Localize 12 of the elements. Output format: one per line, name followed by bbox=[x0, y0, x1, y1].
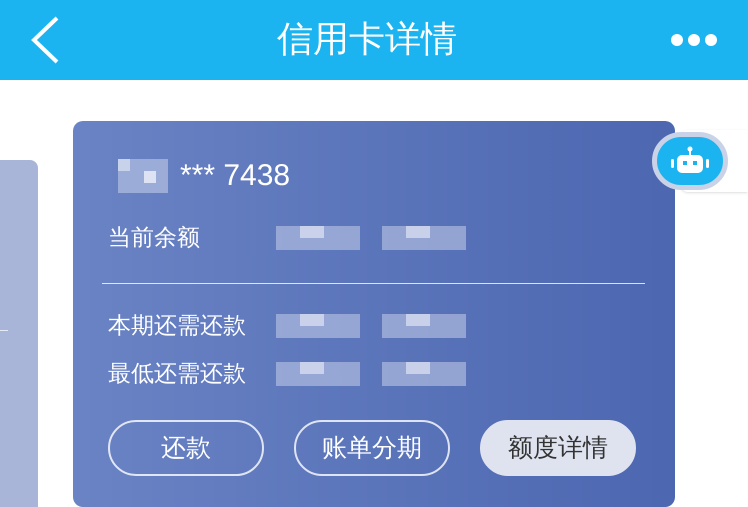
amount-label: 本期还需还款 bbox=[108, 312, 247, 341]
amount-label: 最低还需还款 bbox=[108, 360, 247, 389]
action-button[interactable]: 账单分期 bbox=[294, 420, 450, 476]
robot-icon bbox=[668, 146, 712, 176]
action-button[interactable]: 额度详情 bbox=[480, 420, 636, 476]
more-icon bbox=[670, 33, 718, 47]
page-title: 信用卡详情 bbox=[277, 22, 457, 58]
amount-label: 当前余额 bbox=[108, 224, 201, 253]
action-button[interactable]: 还款 bbox=[108, 420, 264, 476]
card-number: *** 7438 bbox=[180, 158, 290, 194]
back-icon bbox=[30, 16, 60, 64]
more-button[interactable] bbox=[670, 33, 718, 47]
